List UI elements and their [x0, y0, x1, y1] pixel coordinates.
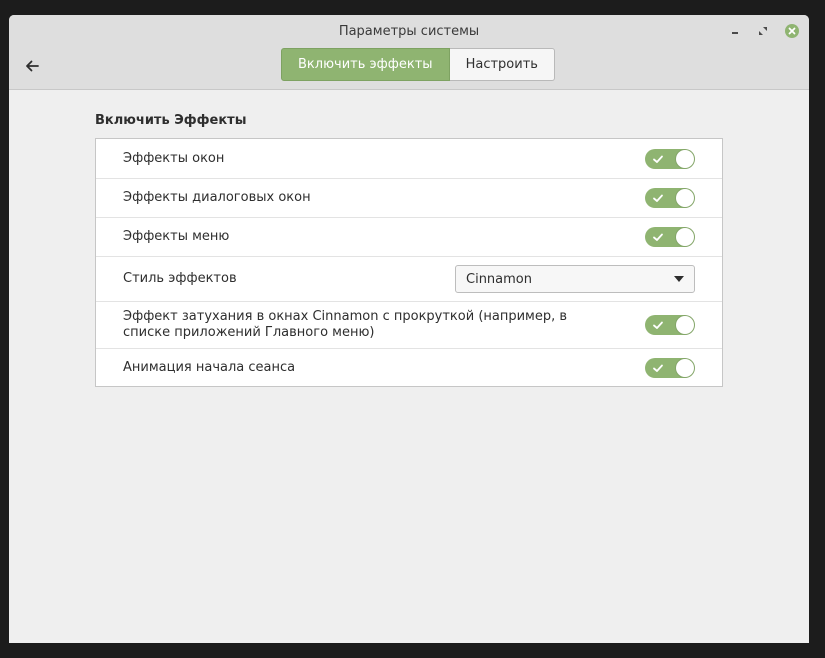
minimize-icon — [732, 32, 738, 34]
check-icon — [653, 233, 663, 241]
minimize-button[interactable] — [727, 23, 743, 39]
switch-knob — [676, 316, 694, 334]
window-title: Параметры системы — [338, 24, 480, 39]
maximize-button[interactable] — [755, 23, 771, 39]
close-icon — [785, 24, 799, 38]
menu-effects-switch[interactable] — [645, 227, 695, 247]
fade-scroll-switch[interactable] — [645, 315, 695, 335]
arrow-left-icon — [26, 60, 39, 72]
setting-row-effects-style: Стиль эффектов Cinnamon — [96, 256, 722, 301]
switch-knob — [676, 149, 694, 168]
settings-window: Параметры системы Включить эффекты Настр… — [9, 15, 809, 643]
effects-style-dropdown[interactable]: Cinnamon — [455, 265, 695, 293]
header-bar: Параметры системы Включить эффекты Настр… — [9, 15, 809, 90]
setting-label: Эффекты меню — [123, 229, 230, 244]
maximize-icon — [759, 27, 767, 35]
setting-label: Эффекты окон — [123, 150, 225, 166]
section-title: Включить Эффекты — [95, 113, 247, 128]
switch-knob — [676, 189, 694, 207]
setting-label: Эффекты диалоговых окон — [123, 190, 311, 205]
back-button[interactable] — [21, 55, 43, 77]
switch-knob — [676, 358, 694, 377]
dropdown-value: Cinnamon — [466, 271, 532, 287]
tab-customize[interactable]: Настроить — [449, 48, 555, 81]
dropdown-arrow-icon — [674, 276, 684, 282]
setting-row-dialog-effects: Эффекты диалоговых окон — [96, 178, 722, 217]
check-icon — [653, 364, 663, 372]
view-switcher: Включить эффекты Настроить — [281, 48, 555, 81]
setting-label: Стиль эффектов — [123, 271, 237, 286]
setting-row-session-animation: Анимация начала сеанса — [96, 348, 722, 386]
check-icon — [653, 155, 663, 163]
setting-row-menu-effects: Эффекты меню — [96, 217, 722, 256]
check-icon — [653, 321, 663, 329]
window-effects-switch[interactable] — [645, 148, 695, 169]
switch-knob — [676, 228, 694, 246]
setting-label: Анимация начала сеанса — [123, 359, 296, 375]
close-button[interactable] — [784, 23, 800, 39]
setting-row-fade-scroll: Эффект затухания в окнах Cinnamon с прок… — [96, 301, 722, 348]
dialog-effects-switch[interactable] — [645, 188, 695, 208]
tab-enable-effects[interactable]: Включить эффекты — [281, 48, 450, 81]
setting-row-window-effects: Эффекты окон — [96, 139, 722, 178]
setting-label: Эффект затухания в окнах Cinnamon с прок… — [123, 309, 568, 340]
settings-panel: Эффекты окон Эффекты диалоговых окон Эфф… — [95, 138, 723, 387]
check-icon — [653, 194, 663, 202]
session-animation-switch[interactable] — [645, 357, 695, 378]
